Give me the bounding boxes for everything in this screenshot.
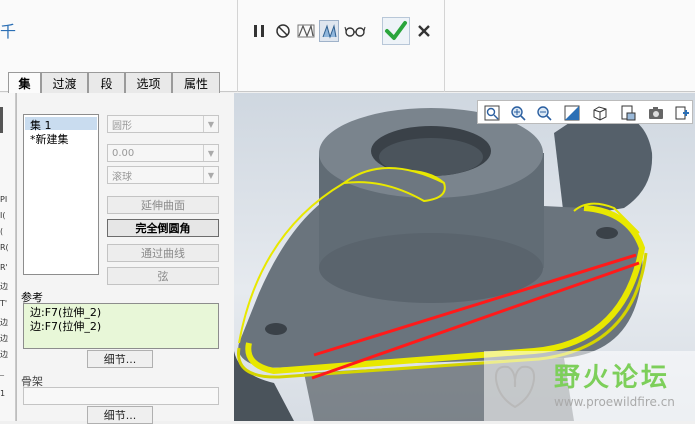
repaint-icon[interactable] xyxy=(562,103,582,123)
pause-icon[interactable] xyxy=(249,20,269,42)
chord-button[interactable]: 弦 xyxy=(107,267,219,285)
zoom-in-icon[interactable] xyxy=(508,103,528,123)
set-list[interactable]: 集 1 *新建集 xyxy=(23,114,99,275)
butterfly-logo-icon xyxy=(494,365,536,409)
back-lobe-shape xyxy=(554,111,653,218)
sets-panel: 集 1 *新建集 圆形 ▼ 0.00 ▼ 滚球 ▼ 延伸曲面 完全倒圆角 通过曲… xyxy=(16,93,234,424)
toolbar-separator xyxy=(237,0,238,92)
round-method-combo[interactable]: 滚球 ▼ xyxy=(107,166,219,184)
no-preview-icon[interactable] xyxy=(273,20,293,42)
glasses-icon[interactable] xyxy=(344,20,366,42)
cross-section-combo[interactable]: 圆形 ▼ xyxy=(107,115,219,133)
tree-item[interactable]: R' xyxy=(0,263,12,272)
skeleton-collector[interactable] xyxy=(23,387,219,405)
tree-item[interactable]: ( xyxy=(0,227,12,236)
tree-item[interactable]: 边 xyxy=(0,317,12,328)
watermark-url: www.proewildfire.cn xyxy=(554,395,675,409)
tab-properties[interactable]: 属性 xyxy=(172,72,220,93)
camera-icon[interactable] xyxy=(646,103,666,123)
reference-item[interactable]: 边:F7(拉伸_2) xyxy=(30,306,212,320)
chevron-down-icon: ▼ xyxy=(203,145,218,161)
full-round-button[interactable]: 完全倒圆角 xyxy=(107,219,219,237)
skeleton-details-button[interactable]: 细节... xyxy=(87,406,153,424)
saved-views-icon[interactable] xyxy=(618,103,638,123)
toolbar-separator xyxy=(444,0,445,92)
cross-section-value: 圆形 xyxy=(112,120,132,132)
tree-item[interactable]: T' xyxy=(0,299,12,308)
through-curve-button[interactable]: 通过曲线 xyxy=(107,244,219,262)
tree-item[interactable]: PI xyxy=(0,195,12,204)
forum-watermark: 野火论坛 www.proewildfire.cn xyxy=(484,351,695,421)
dashboard-title-fragment: 千 xyxy=(0,22,17,41)
zoom-fit-icon[interactable] xyxy=(482,103,502,123)
zoom-out-icon[interactable] xyxy=(534,103,554,123)
tab-pieces[interactable]: 段 xyxy=(88,72,125,93)
view-toolbar xyxy=(477,100,693,124)
cancel-button[interactable] xyxy=(414,20,434,42)
new-set-item[interactable]: *新建集 xyxy=(30,131,69,147)
view-manager-icon[interactable] xyxy=(672,103,692,123)
mount-hole xyxy=(596,227,618,239)
tab-options[interactable]: 选项 xyxy=(125,72,172,93)
tree-item[interactable]: _ xyxy=(0,367,12,376)
chevron-down-icon: ▼ xyxy=(203,116,218,132)
graphics-window[interactable]: 野火论坛 www.proewildfire.cn xyxy=(234,93,695,421)
tab-transitions[interactable]: 过渡 xyxy=(41,72,88,93)
boss-cylinder-base xyxy=(319,233,543,303)
accept-button[interactable] xyxy=(382,17,410,45)
chevron-down-icon: ▼ xyxy=(203,167,218,183)
watermark-title: 野火论坛 xyxy=(554,363,671,393)
display-style-icon[interactable] xyxy=(590,103,610,123)
tab-sets[interactable]: 集 xyxy=(8,72,41,94)
tree-item[interactable]: 边 xyxy=(0,349,12,360)
tree-item[interactable]: R( xyxy=(0,243,12,252)
round-method-value: 滚球 xyxy=(112,171,132,183)
tree-item[interactable]: 边 xyxy=(0,333,12,344)
radius-value: 0.00 xyxy=(112,147,135,159)
references-details-button[interactable]: 细节... xyxy=(87,350,153,368)
mount-hole xyxy=(265,323,287,335)
extend-surface-button[interactable]: 延伸曲面 xyxy=(107,196,219,214)
model-tree-edge: PI I( ( R( R' 边 T' 边 边 边 _ 1 xyxy=(0,93,16,421)
radius-value-combo[interactable]: 0.00 ▼ xyxy=(107,144,219,162)
tree-scroll-mark xyxy=(0,107,3,133)
tree-item[interactable]: I( xyxy=(0,211,12,220)
reference-item[interactable]: 边:F7(拉伸_2) xyxy=(30,320,212,334)
tree-item[interactable]: 边 xyxy=(0,281,12,292)
geometry-preview-icon[interactable] xyxy=(296,20,316,42)
references-collector[interactable]: 边:F7(拉伸_2) 边:F7(拉伸_2) xyxy=(23,303,219,349)
tree-item[interactable]: 1 xyxy=(0,389,12,398)
feature-preview-icon[interactable] xyxy=(319,20,339,42)
